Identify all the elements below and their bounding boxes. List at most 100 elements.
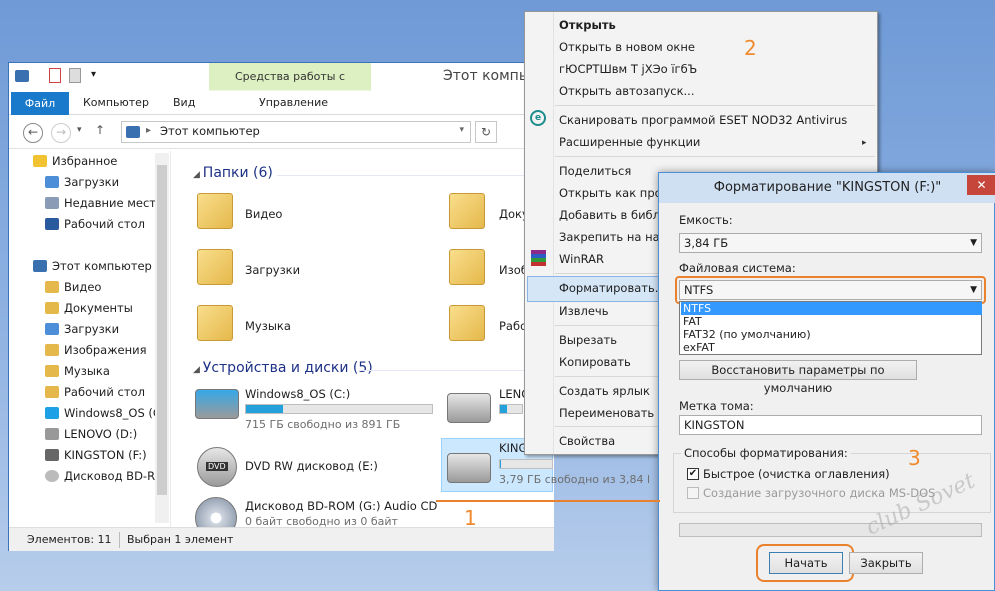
nav-item-pictures[interactable]: Изображения	[45, 340, 147, 360]
tab-view[interactable]: Вид	[173, 91, 195, 115]
annotation-pointer-line	[436, 500, 660, 502]
chevron-down-icon[interactable]: ▾	[459, 125, 464, 135]
folders-header[interactable]: ◢ Папки (6)	[193, 165, 273, 181]
fs-option-fat[interactable]: FAT	[681, 315, 982, 328]
computer-icon	[126, 126, 140, 138]
music-folder-icon[interactable]	[197, 305, 233, 341]
quick-format-checkbox[interactable]: ✔	[687, 468, 699, 480]
menu-item-format[interactable]: Форматировать...	[559, 277, 666, 299]
menu-item-create-shortcut[interactable]: Создать ярлык	[559, 380, 650, 402]
windows-drive-icon	[45, 407, 59, 419]
menu-item-garbled[interactable]: гЮСРТШвм Т jХЭо ïгбЪ	[559, 58, 697, 80]
menu-item-advanced[interactable]: Расширенные функции	[559, 131, 700, 153]
nav-item-recent[interactable]: Недавние места	[45, 193, 163, 213]
drive-label[interactable]: Дисковод BD-ROM (G:) Audio CD	[245, 499, 437, 513]
fs-option-exfat[interactable]: exFAT	[681, 341, 982, 354]
close-button[interactable]: Закрыть	[849, 552, 923, 574]
window-title: Этот компь	[443, 68, 528, 84]
msdos-checkbox[interactable]	[687, 487, 699, 499]
menu-item-open[interactable]: Открыть	[559, 14, 616, 36]
desktop-folder-icon[interactable]	[449, 305, 485, 341]
properties-icon[interactable]	[49, 68, 61, 83]
windows-drive-icon[interactable]	[195, 389, 239, 419]
dvd-badge: DVD	[206, 462, 228, 471]
scroll-thumb[interactable]	[157, 165, 167, 495]
volume-label-input[interactable]: KINGSTON	[679, 415, 982, 435]
breadcrumb[interactable]: Этот компьютер	[160, 124, 260, 138]
pictures-folder-icon[interactable]	[449, 249, 485, 285]
nav-favorites[interactable]: Избранное	[33, 151, 117, 171]
drive-label[interactable]: DVD RW дисковод (E:)	[245, 459, 378, 473]
nav-label: LENOVO (D:)	[64, 427, 138, 441]
status-item-count: Элементов: 11	[27, 533, 112, 546]
back-button[interactable]: ←	[23, 123, 43, 143]
nav-scrollbar[interactable]	[155, 153, 169, 523]
nav-item-drive-c[interactable]: Windows8_OS (C	[45, 403, 161, 423]
quick-format-label[interactable]: Быстрое (очистка оглавления)	[703, 467, 890, 481]
refresh-button[interactable]: ↻	[475, 121, 497, 143]
tab-manage[interactable]: Управление	[259, 91, 328, 115]
address-input[interactable]: ▸ Этот компьютер ▾	[121, 121, 471, 143]
tab-file[interactable]: Файл	[11, 92, 69, 115]
fs-option-ntfs[interactable]: NTFS	[681, 302, 982, 315]
chevron-down-icon: ▼	[970, 285, 977, 295]
nav-label: Недавние места	[64, 196, 164, 210]
folder-label[interactable]: Рабо	[499, 319, 527, 333]
menu-item-properties[interactable]: Свойства	[559, 430, 615, 452]
usage-fill	[246, 405, 284, 413]
downloads-folder-icon[interactable]	[197, 249, 233, 285]
format-methods-label: Способы форматирования:	[681, 446, 851, 460]
documents-folder-icon[interactable]	[449, 193, 485, 229]
step-number-3: 3	[908, 446, 921, 470]
menu-item-open-new-window[interactable]: Открыть в новом окне	[559, 36, 695, 58]
recent-places-icon	[45, 197, 59, 209]
menu-item-eject[interactable]: Извлечь	[559, 300, 609, 322]
nav-item-downloads[interactable]: Загрузки	[45, 172, 119, 192]
nav-item-drive-f[interactable]: KINGSTON (F:)	[45, 445, 147, 465]
ribbon-context-group: Средства работы с дисками	[209, 63, 371, 110]
folder-label[interactable]: Музыка	[245, 319, 291, 333]
menu-item-eset-scan[interactable]: Сканировать программой ESET NOD32 Antivi…	[559, 109, 847, 131]
menu-item-share[interactable]: Поделиться	[559, 160, 631, 182]
videos-folder-icon[interactable]	[197, 193, 233, 229]
nav-item-music[interactable]: Музыка	[45, 361, 110, 381]
folder-label[interactable]: Видео	[245, 207, 282, 221]
new-folder-icon[interactable]	[69, 68, 81, 83]
menu-item-add-to-library[interactable]: Добавить в библи	[559, 204, 667, 226]
restore-defaults-button[interactable]: Восстановить параметры по умолчанию	[679, 360, 917, 395]
fs-option-fat32[interactable]: FAT32 (по умолчанию)	[681, 328, 982, 341]
usb-drive-icon[interactable]	[447, 453, 491, 483]
nav-item-downloads-pc[interactable]: Загрузки	[45, 319, 119, 339]
folder-label[interactable]: Загрузки	[245, 263, 300, 277]
nav-item-drive-g[interactable]: Дисковод BD-RC	[45, 466, 163, 486]
menu-item-rename[interactable]: Переименовать	[559, 402, 654, 424]
computer-icon[interactable]	[15, 70, 29, 82]
start-button[interactable]: Начать	[769, 552, 843, 574]
menu-item-pin-start[interactable]: Закрепить на нача	[559, 226, 674, 248]
up-button[interactable]: ↑	[95, 123, 105, 137]
recent-locations-icon[interactable]: ▾	[77, 125, 82, 135]
chevron-down-icon: ▼	[970, 238, 977, 248]
nav-item-videos[interactable]: Видео	[45, 277, 101, 297]
menu-item-cut[interactable]: Вырезать	[559, 329, 617, 351]
nav-item-desktop-pc[interactable]: Рабочий стол	[45, 382, 145, 402]
chevron-down-icon: ◢	[193, 365, 203, 375]
close-icon[interactable]: ✕	[967, 175, 995, 195]
nav-item-drive-d[interactable]: LENOVO (D:)	[45, 424, 137, 444]
capacity-select[interactable]: 3,84 ГБ ▼	[679, 233, 982, 253]
menu-item-autoplay[interactable]: Открыть автозапуск...	[559, 80, 695, 102]
forward-button[interactable]: →	[51, 123, 71, 143]
menu-item-winrar[interactable]: WinRAR	[559, 248, 604, 270]
filesystem-select[interactable]: NTFS ▼	[679, 280, 982, 300]
nav-item-documents[interactable]: Документы	[45, 298, 133, 318]
drive-label[interactable]: Windows8_OS (C:)	[245, 387, 350, 401]
menu-item-open-as-portable[interactable]: Открыть как про	[559, 182, 662, 204]
tab-computer[interactable]: Компьютер	[83, 91, 149, 115]
menu-item-copy[interactable]: Копировать	[559, 351, 631, 373]
nav-this-pc[interactable]: Этот компьютер	[33, 256, 152, 276]
nav-item-desktop[interactable]: Рабочий стол	[45, 214, 145, 234]
dvd-drive-icon[interactable]: DVD	[197, 447, 237, 487]
quick-access-dropdown-icon[interactable]: ▾	[91, 69, 96, 80]
devices-header[interactable]: ◢ Устройства и диски (5)	[193, 360, 373, 376]
drive-icon[interactable]	[447, 393, 491, 423]
